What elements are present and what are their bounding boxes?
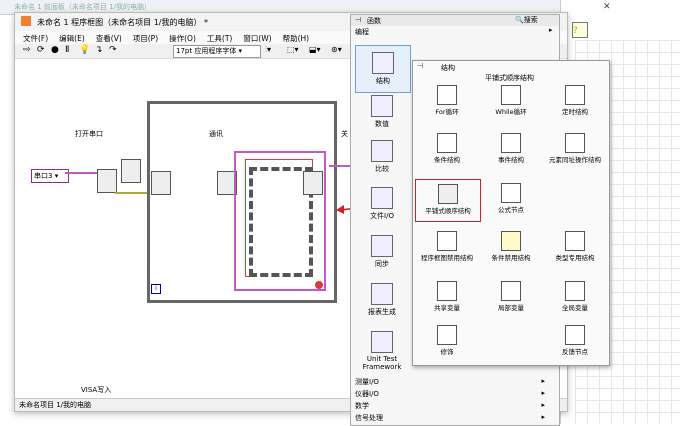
highlight-execution-icon[interactable]: 💡 xyxy=(79,45,90,55)
pin-icon[interactable]: ⊣ xyxy=(355,16,361,24)
pause-icon[interactable]: Ⅱ xyxy=(65,45,69,55)
palette-synchronization[interactable]: 同步 xyxy=(355,235,409,269)
visa-configure-node[interactable] xyxy=(97,169,117,193)
palette-instrument-io[interactable]: 仪器I/O ▸ xyxy=(355,389,551,399)
visa-resource-constant[interactable]: 串口3 ▾ xyxy=(31,169,69,183)
while-loop-item[interactable]: While循环 xyxy=(479,85,543,116)
palette-structures[interactable]: 结构 xyxy=(355,45,411,93)
palette-header: ⊣ 函数 🔍搜索 xyxy=(351,15,559,26)
distribute-icon[interactable]: ⬚▾ xyxy=(287,45,299,54)
timed-structure-item[interactable]: 定时结构 xyxy=(543,85,607,116)
expand-arrow-icon: ▸ xyxy=(549,26,553,34)
step-into-icon[interactable]: ↴ xyxy=(95,45,103,55)
diagram-disable-item[interactable]: 程序框图禁用结构 xyxy=(415,231,479,262)
flat-sequence-item[interactable]: 平铺式顺序结构 xyxy=(415,179,481,222)
status-text: 未命名项目 1/我的电脑 xyxy=(19,401,92,409)
menu-view[interactable]: 查看(V) xyxy=(96,34,122,43)
palette-section-programming[interactable]: 编程 xyxy=(355,27,369,37)
front-panel-title: 未命名 1 前面板（未命名项目 1/我的电脑） xyxy=(14,3,151,11)
search-button[interactable]: 🔍搜索 xyxy=(515,15,538,25)
event-structure-item[interactable]: 事件结构 xyxy=(479,133,543,164)
subpalette-title: 结构 xyxy=(441,64,455,72)
help-icon[interactable]: ? xyxy=(573,26,578,36)
app-icon xyxy=(21,16,31,26)
palette-report-generation[interactable]: 报表生成 xyxy=(355,283,409,317)
palette-comparison[interactable]: 比较 xyxy=(355,140,409,174)
menu-edit[interactable]: 编辑(E) xyxy=(59,34,85,43)
visa-write-label: VISA写入 xyxy=(81,386,112,394)
palette-measurement-io[interactable]: 测量I/O ▸ xyxy=(355,377,551,387)
subpalette-hover-name: 平铺式顺序结构 xyxy=(485,74,534,82)
shared-variable-item[interactable]: 共享变量 xyxy=(415,281,479,312)
palette-title: 函数 xyxy=(367,17,381,25)
window-title: 未命名 1 程序框图（未命名项目 1/我的电脑） * xyxy=(37,18,209,27)
wire-resource xyxy=(65,172,97,174)
visa-write-node-2[interactable] xyxy=(151,171,171,195)
decorations-item[interactable]: 修饰 xyxy=(415,325,479,356)
formula-node-item[interactable]: 公式节点 xyxy=(479,183,543,214)
align-icon[interactable]: ⫶▾ xyxy=(265,45,271,55)
close-frame-label: 关 xyxy=(341,130,348,138)
run-arrow-icon[interactable]: ⇨ xyxy=(23,45,31,55)
run-continuous-icon[interactable]: ⟳ xyxy=(37,45,45,55)
palette-numeric[interactable]: 数值 xyxy=(355,95,409,129)
pin-icon[interactable]: ⊣ xyxy=(417,62,423,70)
step-over-icon[interactable]: ↷ xyxy=(109,45,117,55)
reorder-icon[interactable]: ⊛▾ xyxy=(331,45,342,54)
case-structure-item[interactable]: 条件结构 xyxy=(415,133,479,164)
stop-terminal xyxy=(315,281,323,289)
palette-signal-processing[interactable]: 信号处理 ▸ xyxy=(355,413,551,423)
abort-icon[interactable]: ● xyxy=(51,45,59,55)
open-port-label: 打开串口 xyxy=(75,130,103,138)
global-variable-item[interactable]: 全局变量 xyxy=(543,281,607,312)
in-place-element-item[interactable]: 元素同址操作结构 xyxy=(543,133,607,164)
menu-window[interactable]: 窗口(W) xyxy=(243,34,271,43)
close-icon[interactable]: ✕ xyxy=(603,2,611,12)
resize-icon[interactable]: ⬓▾ xyxy=(309,45,321,54)
loop-iteration-terminal: i xyxy=(151,284,161,294)
menu-project[interactable]: 项目(P) xyxy=(133,34,158,43)
for-loop-item[interactable]: For循环 xyxy=(415,85,479,116)
structures-subpalette: ⊣ 结构 平铺式顺序结构 For循环 While循环 定时结构 条件结构 事件结… xyxy=(412,60,610,366)
menu-operate[interactable]: 操作(O) xyxy=(169,34,196,43)
local-variable-item[interactable]: 局部变量 xyxy=(479,281,543,312)
feedback-node-item[interactable]: 反馈节点 xyxy=(543,325,607,356)
menu-help[interactable]: 帮助(H) xyxy=(283,34,310,43)
type-specialization-item[interactable]: 类型专用结构 xyxy=(543,231,607,262)
palette-unit-test[interactable]: Unit Test Framework xyxy=(355,331,409,371)
font-select[interactable]: 17pt 应用程序字体 ▾ xyxy=(173,45,261,58)
menu-tools[interactable]: 工具(T) xyxy=(207,34,232,43)
visa-close-node[interactable] xyxy=(303,171,323,195)
conditional-disable-item[interactable]: 条件禁用结构 xyxy=(479,231,543,262)
visa-write-node-1[interactable] xyxy=(121,159,141,183)
palette-math[interactable]: 数学 ▸ xyxy=(355,401,551,411)
palette-file-io[interactable]: 文件I/O xyxy=(355,187,409,221)
menu-file[interactable]: 文件(F) xyxy=(23,34,48,43)
comm-frame-label: 通讯 xyxy=(209,130,223,138)
